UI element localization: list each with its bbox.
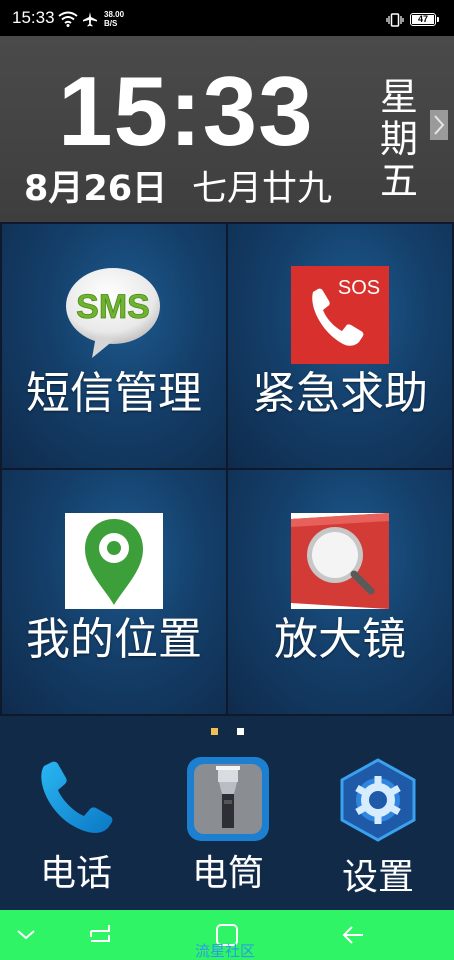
wifi-icon: [58, 11, 78, 31]
tile-sms-label: 短信管理: [26, 368, 202, 419]
status-time: 15:33: [12, 8, 55, 27]
chevron-right-icon: [434, 115, 445, 135]
clock-date: 8月26日: [24, 169, 168, 209]
clock-time: 15:33: [58, 56, 314, 166]
magnifier-icon: [291, 513, 389, 609]
battery-icon: 47: [410, 13, 439, 26]
dock-settings-label: 设置: [341, 857, 414, 898]
tile-location[interactable]: 我的位置: [2, 470, 226, 714]
watermark-text: 流星社区: [195, 942, 256, 960]
page-indicator-dot: [237, 728, 244, 735]
dock-flashlight-label: 电筒: [191, 853, 264, 894]
network-speed-unit: B/S: [104, 19, 118, 28]
network-speed: 38.00 B/S: [104, 10, 124, 28]
panel-expand-button[interactable]: [430, 110, 448, 140]
recent-apps-button[interactable]: [88, 922, 114, 952]
battery-level: 47: [412, 15, 434, 24]
clock-lunar-date: 七月廿九: [192, 169, 333, 209]
back-button[interactable]: [340, 922, 366, 952]
tile-sos[interactable]: SOS 紧急求助: [228, 224, 452, 468]
status-bar: 15:33 38.00 B/S 47: [0, 0, 454, 36]
clock-widget[interactable]: 15:33 8月26日 七月廿九 星期五: [0, 36, 454, 222]
dock-settings[interactable]: 设置: [318, 756, 438, 906]
sms-icon-text: SMS: [76, 288, 150, 326]
network-speed-value: 38.00: [104, 10, 125, 19]
sos-phone-icon: SOS: [291, 266, 389, 364]
tile-sms[interactable]: SMS 短信管理: [2, 224, 226, 468]
chevron-down-icon: [17, 930, 35, 940]
location-pin-icon: [65, 513, 163, 609]
vibrate-icon: [386, 12, 404, 31]
tile-location-label: 我的位置: [26, 614, 202, 665]
page-indicator-dot-active: [211, 728, 218, 735]
phone-icon: [41, 761, 113, 833]
recent-apps-icon: [90, 925, 110, 942]
settings-gear-icon: [340, 758, 416, 842]
dock: 电话 电筒 设置: [0, 716, 454, 910]
clock-weekday: 星期五: [379, 75, 418, 203]
tile-magnifier[interactable]: 放大镜: [228, 470, 452, 714]
navigation-bar: 流星社区: [0, 910, 454, 960]
dock-phone[interactable]: 电话: [16, 756, 136, 906]
dock-flashlight[interactable]: 电筒: [168, 756, 288, 906]
back-icon: [342, 926, 363, 944]
sos-icon-text: SOS: [338, 277, 380, 299]
sms-icon: SMS: [66, 268, 160, 358]
home-screen: 15:33 38.00 B/S 47 15:33 8月26日 七月廿九 星期五 …: [0, 0, 454, 960]
airplane-icon: [82, 11, 98, 31]
tile-sos-label: 紧急求助: [252, 368, 428, 419]
tile-magnifier-label: 放大镜: [274, 614, 406, 665]
flashlight-icon: [187, 757, 269, 841]
dock-phone-label: 电话: [39, 853, 112, 894]
collapse-button[interactable]: [14, 922, 38, 950]
